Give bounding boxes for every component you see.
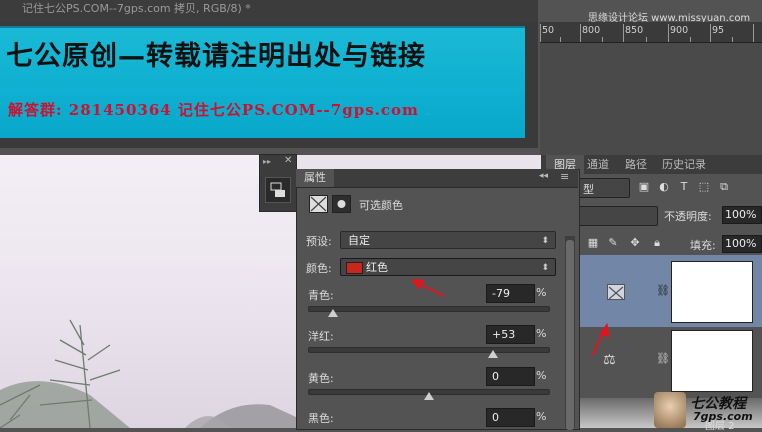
annotation-arrows xyxy=(410,279,610,357)
red-arrow-colors xyxy=(417,282,445,297)
logo-url: 7gps.com xyxy=(693,410,753,423)
logo-avatar xyxy=(654,392,686,428)
